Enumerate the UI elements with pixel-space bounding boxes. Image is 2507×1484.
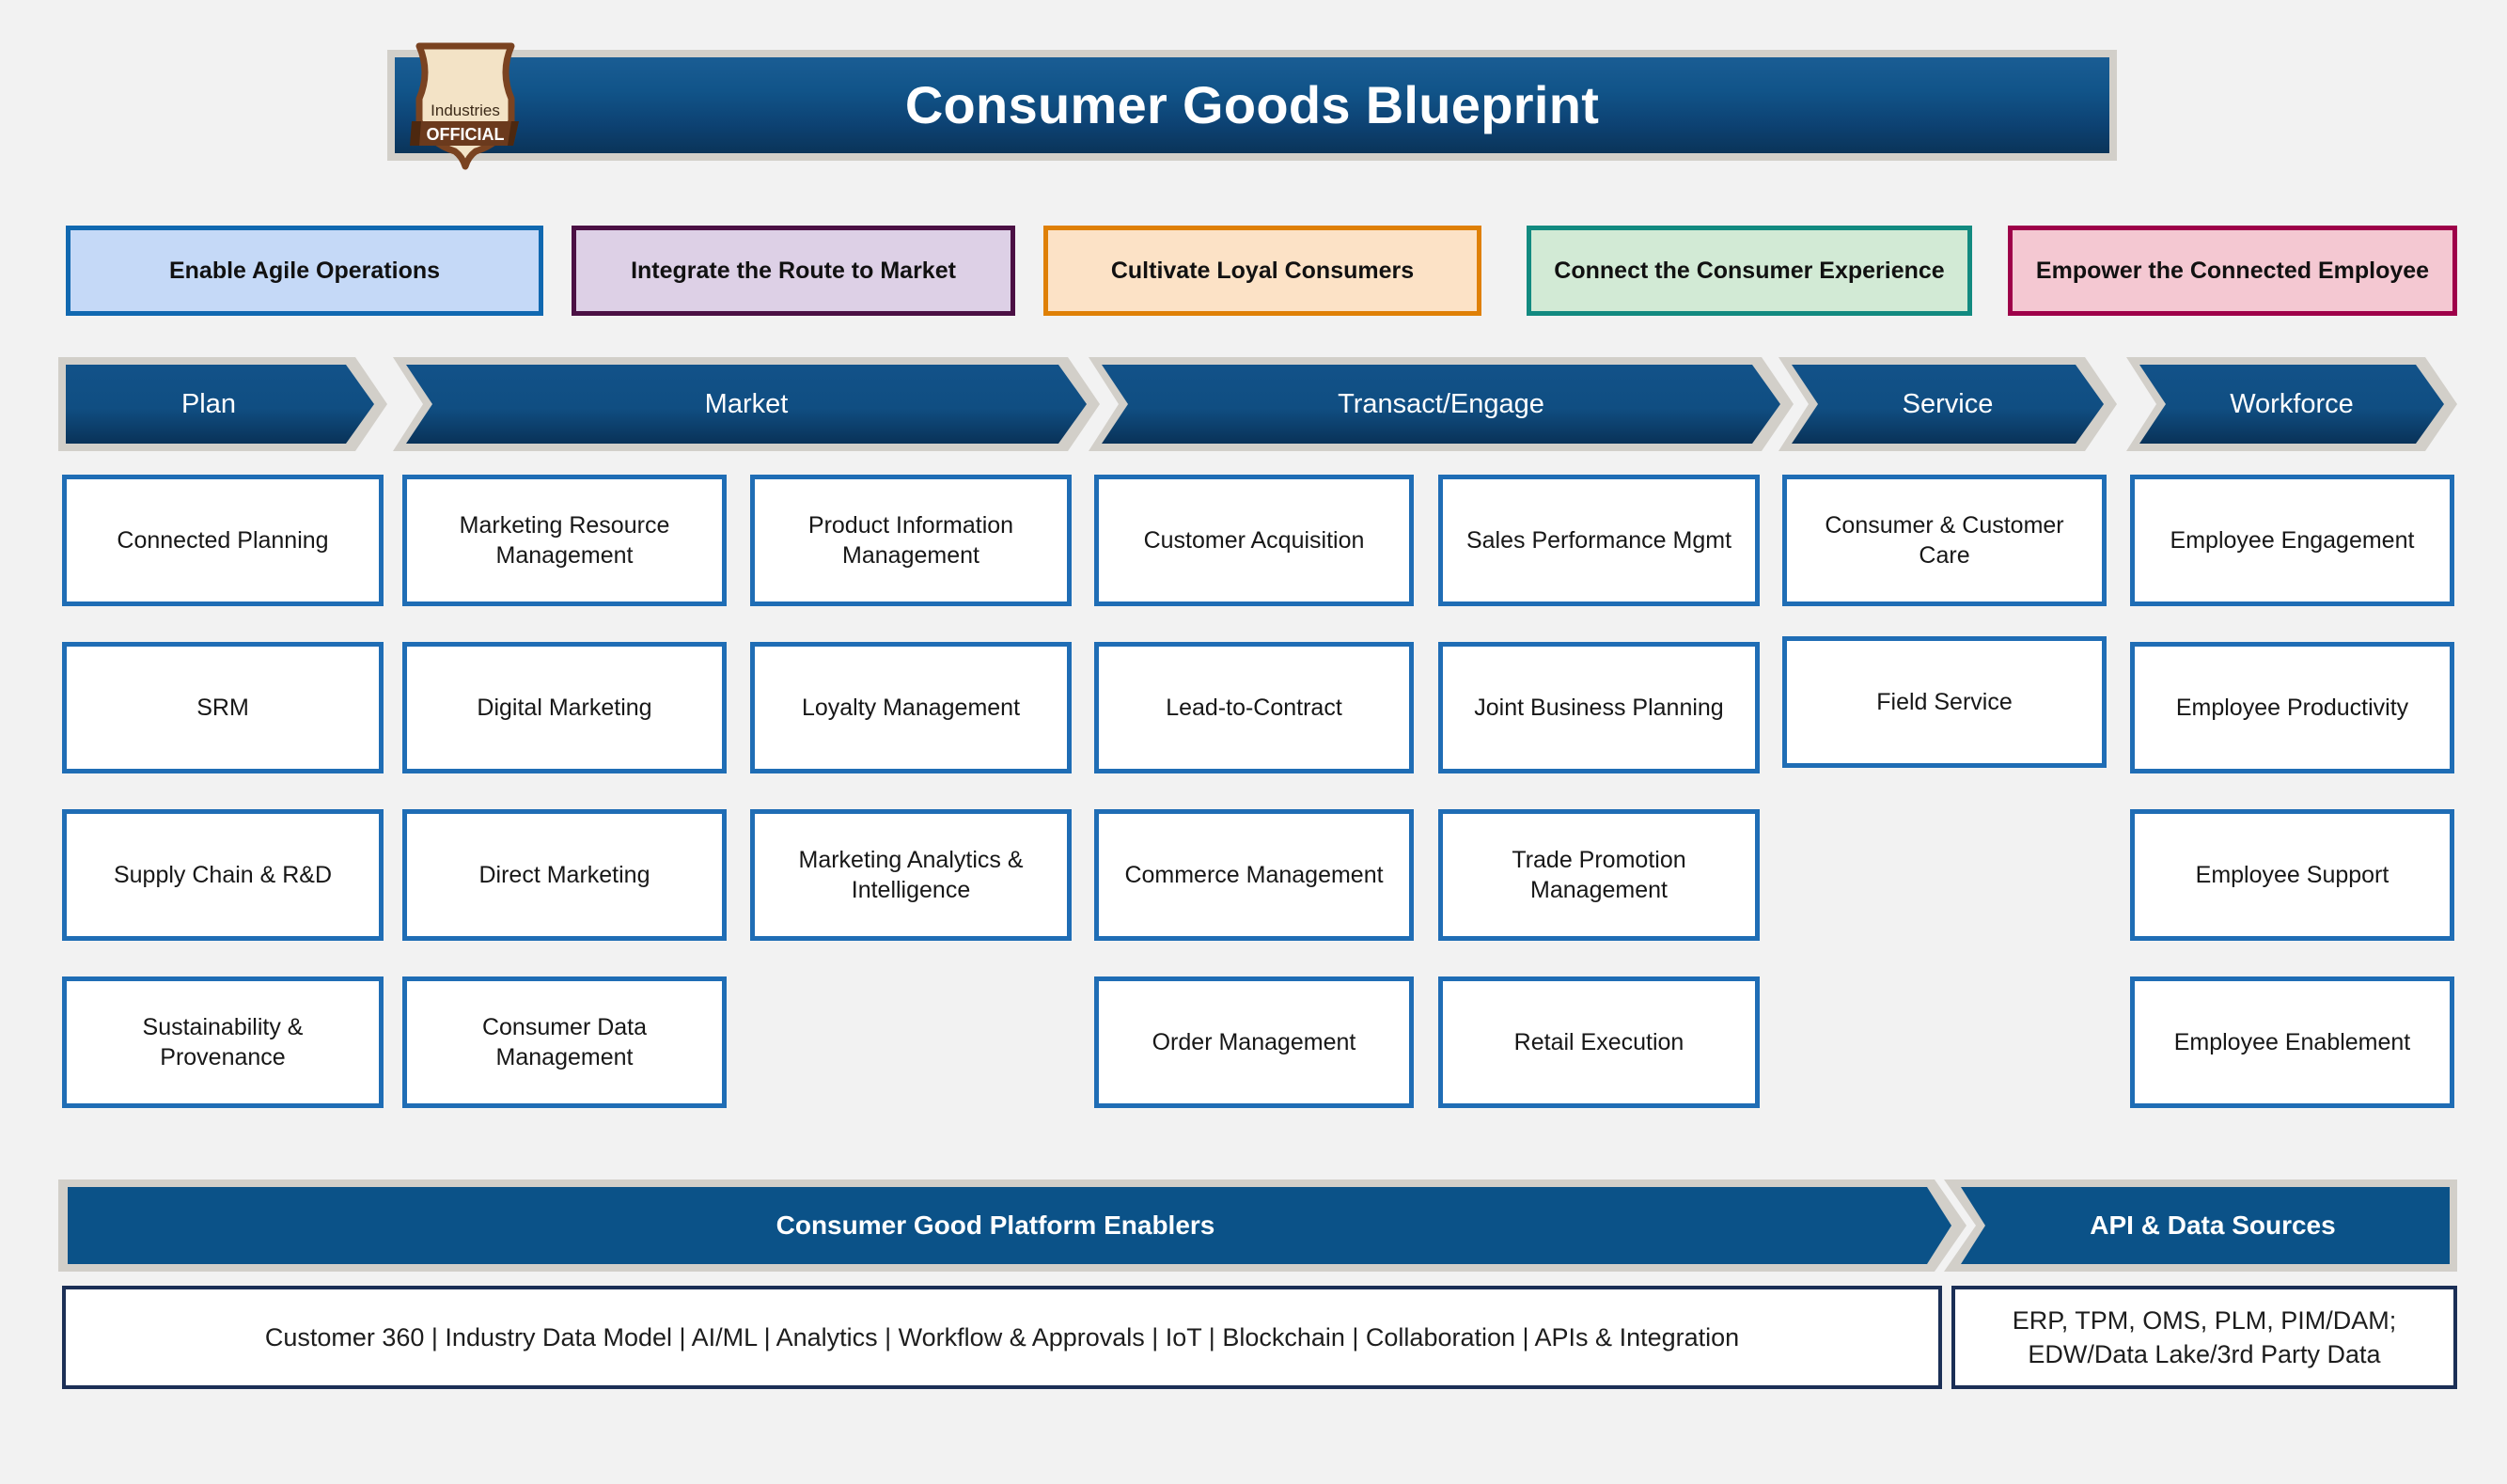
capability-card[interactable]: Sustainability & Provenance [62, 976, 384, 1108]
pillar-label: Connect the Consumer Experience [1554, 257, 1945, 284]
capability-label: Retail Execution [1513, 1028, 1684, 1055]
capability-label: Sales Performance Mgmt [1465, 526, 1732, 554]
capability-label: Connected Planning [117, 526, 329, 554]
api-data-sources-band[interactable]: API & Data Sources [1944, 1179, 2457, 1272]
capability-label: Lead-to-Contract [1166, 694, 1342, 721]
stage-chevron-transact-engage[interactable]: Transact/Engage [1089, 357, 1794, 451]
pillar-integrate-the-route-to-market[interactable]: Integrate the Route to Market [572, 226, 1015, 316]
capability-label: SRM [196, 694, 249, 721]
capability-label: Direct Marketing [478, 861, 650, 888]
capability-label: Commerce Management [1124, 861, 1384, 888]
platform-enablers-text: Customer 360 | Industry Data Model | AI/… [264, 1322, 1740, 1351]
pillar-label: Cultivate Loyal Consumers [1110, 257, 1415, 284]
capability-card[interactable]: Employee Productivity [2130, 642, 2454, 773]
stage-chevron-plan[interactable]: Plan [58, 357, 387, 451]
capability-label: Field Service [1876, 688, 2013, 715]
capability-label: Consumer Data Management [481, 1013, 648, 1071]
capability-card[interactable]: Consumer Data Management [402, 976, 727, 1108]
capability-label: Customer Acquisition [1143, 526, 1365, 554]
capability-card[interactable]: Field Service [1782, 636, 2107, 768]
pillar-cultivate-loyal-consumers[interactable]: Cultivate Loyal Consumers [1043, 226, 1481, 316]
capability-card[interactable]: Consumer & Customer Care [1782, 475, 2107, 606]
capability-label: Trade Promotion Management [1512, 846, 1686, 904]
api-data-sources-text: ERP, TPM, OMS, PLM, PIM/DAM; EDW/Data La… [2013, 1304, 2397, 1372]
capability-card[interactable]: Lead-to-Contract [1094, 642, 1414, 773]
capability-card[interactable]: SRM [62, 642, 384, 773]
capability-card[interactable]: Employee Enablement [2130, 976, 2454, 1108]
capability-label: Employee Productivity [2175, 694, 2409, 721]
capability-label: Digital Marketing [477, 694, 652, 721]
blueprint-canvas: Industries OFFICIAL Consumer Goods Bluep… [0, 0, 2507, 1484]
capability-label: Employee Support [2195, 861, 2389, 888]
capability-card[interactable]: Employee Support [2130, 809, 2454, 941]
capability-label: Consumer & Customer Care [1825, 511, 2064, 570]
badge-top-text-svg: Industries [431, 102, 500, 119]
capability-card[interactable]: Connected Planning [62, 475, 384, 606]
capability-label: Employee Engagement [2170, 526, 2415, 554]
capability-card[interactable]: Trade Promotion Management [1438, 809, 1760, 941]
capability-label: Marketing Resource Management [459, 511, 670, 570]
footer-section: Consumer Good Platform Enablers API & Da… [0, 1179, 2507, 1424]
pillar-label: Empower the Connected Employee [2035, 257, 2430, 284]
stage-chevron-workforce[interactable]: Workforce [2126, 357, 2457, 451]
capability-card[interactable]: Loyalty Management [750, 642, 1072, 773]
capability-label: Order Management [1152, 1028, 1356, 1055]
capability-label: Supply Chain & R&D [113, 861, 333, 888]
capability-card[interactable]: Marketing Resource Management [402, 475, 727, 606]
capability-card[interactable]: Sales Performance Mgmt [1438, 475, 1760, 606]
capability-label: Sustainability & Provenance [142, 1013, 304, 1071]
capability-card[interactable]: Marketing Analytics & Intelligence [750, 809, 1072, 941]
pillar-enable-agile-operations[interactable]: Enable Agile Operations [66, 226, 543, 316]
capability-card[interactable]: Supply Chain & R&D [62, 809, 384, 941]
capability-card[interactable]: Customer Acquisition [1094, 475, 1414, 606]
pillar-connect-the-consumer-experience[interactable]: Connect the Consumer Experience [1527, 226, 1972, 316]
capability-label: Employee Enablement [2173, 1028, 2411, 1055]
pillar-label: Enable Agile Operations [168, 257, 441, 284]
capability-card[interactable]: Product Information Management [750, 475, 1072, 606]
platform-enablers-list: Customer 360 | Industry Data Model | AI/… [62, 1286, 1942, 1389]
industries-official-badge-icon: Industries OFFICIAL [410, 40, 521, 170]
page-header: Industries OFFICIAL Consumer Goods Bluep… [387, 42, 2117, 170]
header-bar: Industries OFFICIAL Consumer Goods Bluep… [395, 42, 2109, 170]
pillar-empower-the-connected-employee[interactable]: Empower the Connected Employee [2008, 226, 2457, 316]
capability-card[interactable]: Direct Marketing [402, 809, 727, 941]
platform-enablers-band[interactable]: Consumer Good Platform Enablers [58, 1179, 1966, 1272]
badge-ribbon-text-svg: OFFICIAL [427, 125, 505, 144]
pillar-row: Enable Agile Operations Integrate the Ro… [0, 226, 2507, 316]
stage-chevron-row: Plan Market Transact/Engage Service Work… [0, 357, 2507, 451]
capability-card[interactable]: Commerce Management [1094, 809, 1414, 941]
capability-label: Product Information Management [807, 511, 1014, 570]
capability-label: Marketing Analytics & Intelligence [798, 846, 1024, 904]
capability-card[interactable]: Digital Marketing [402, 642, 727, 773]
stage-chevron-market[interactable]: Market [393, 357, 1100, 451]
capability-card[interactable]: Retail Execution [1438, 976, 1760, 1108]
capability-card[interactable]: Order Management [1094, 976, 1414, 1108]
api-line-2: EDW/Data Lake/3rd Party Data [2028, 1340, 2381, 1368]
page-title: Consumer Goods Blueprint [904, 75, 1600, 134]
stage-chevron-service[interactable]: Service [1778, 357, 2117, 451]
capability-card[interactable]: Employee Engagement [2130, 475, 2454, 606]
api-data-sources-list: ERP, TPM, OMS, PLM, PIM/DAM; EDW/Data La… [1951, 1286, 2457, 1389]
capability-label: Joint Business Planning [1474, 694, 1724, 721]
pillar-label: Integrate the Route to Market [631, 257, 956, 284]
api-line-1: ERP, TPM, OMS, PLM, PIM/DAM; [2012, 1305, 2397, 1335]
capability-label: Loyalty Management [801, 694, 1021, 721]
capability-grid: Connected Planning SRM Supply Chain & R&… [0, 475, 2507, 1133]
capability-card[interactable]: Joint Business Planning [1438, 642, 1760, 773]
